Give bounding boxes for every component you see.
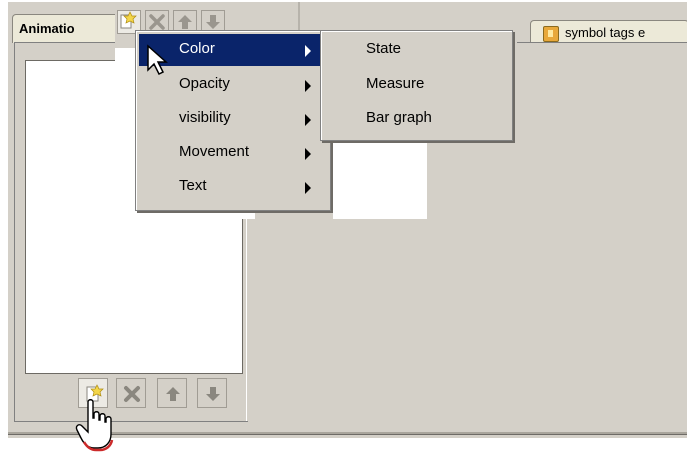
submenu-arrow-icon bbox=[305, 148, 311, 160]
menu-item-visibility[interactable]: visibility bbox=[139, 103, 327, 135]
menu-item-movement-label: Movement bbox=[179, 143, 250, 160]
submenu-arrow-icon bbox=[305, 182, 311, 194]
arrow-cursor-icon bbox=[147, 44, 168, 76]
color-submenu: State Measure Bar graph bbox=[320, 30, 513, 141]
submenu-item-bar-graph[interactable]: Bar graph bbox=[324, 103, 509, 135]
inset-white-area bbox=[333, 142, 427, 219]
delete-icon bbox=[124, 386, 140, 402]
delete-animation-button[interactable] bbox=[116, 378, 146, 408]
submenu-item-measure[interactable]: Measure bbox=[324, 69, 509, 101]
submenu-item-state[interactable]: State bbox=[324, 34, 509, 66]
menu-item-movement[interactable]: Movement bbox=[139, 137, 327, 169]
menu-item-opacity-label: Opacity bbox=[179, 75, 230, 92]
tab-symbol-tags-label: symbol tags e bbox=[565, 25, 646, 40]
move-down-icon bbox=[206, 387, 220, 401]
menu-item-color-label: Color bbox=[179, 40, 215, 57]
submenu-arrow-icon bbox=[305, 45, 311, 57]
submenu-item-state-label: State bbox=[366, 40, 402, 57]
move-down-button[interactable] bbox=[197, 378, 227, 408]
menu-item-visibility-label: visibility bbox=[179, 109, 231, 126]
submenu-item-bar-graph-label: Bar graph bbox=[366, 109, 432, 126]
tab-animation-label: Animatio bbox=[19, 21, 75, 36]
tab-animation[interactable]: Animatio bbox=[12, 14, 130, 43]
move-up-icon bbox=[166, 387, 180, 401]
menu-item-text-label: Text bbox=[179, 177, 207, 194]
submenu-arrow-icon bbox=[305, 114, 311, 126]
move-up-button[interactable] bbox=[157, 378, 187, 408]
menu-item-text[interactable]: Text bbox=[139, 171, 327, 203]
submenu-arrow-icon bbox=[305, 80, 311, 92]
hand-cursor-icon bbox=[75, 399, 114, 452]
database-icon bbox=[543, 26, 559, 42]
submenu-item-measure-label: Measure bbox=[366, 75, 425, 92]
